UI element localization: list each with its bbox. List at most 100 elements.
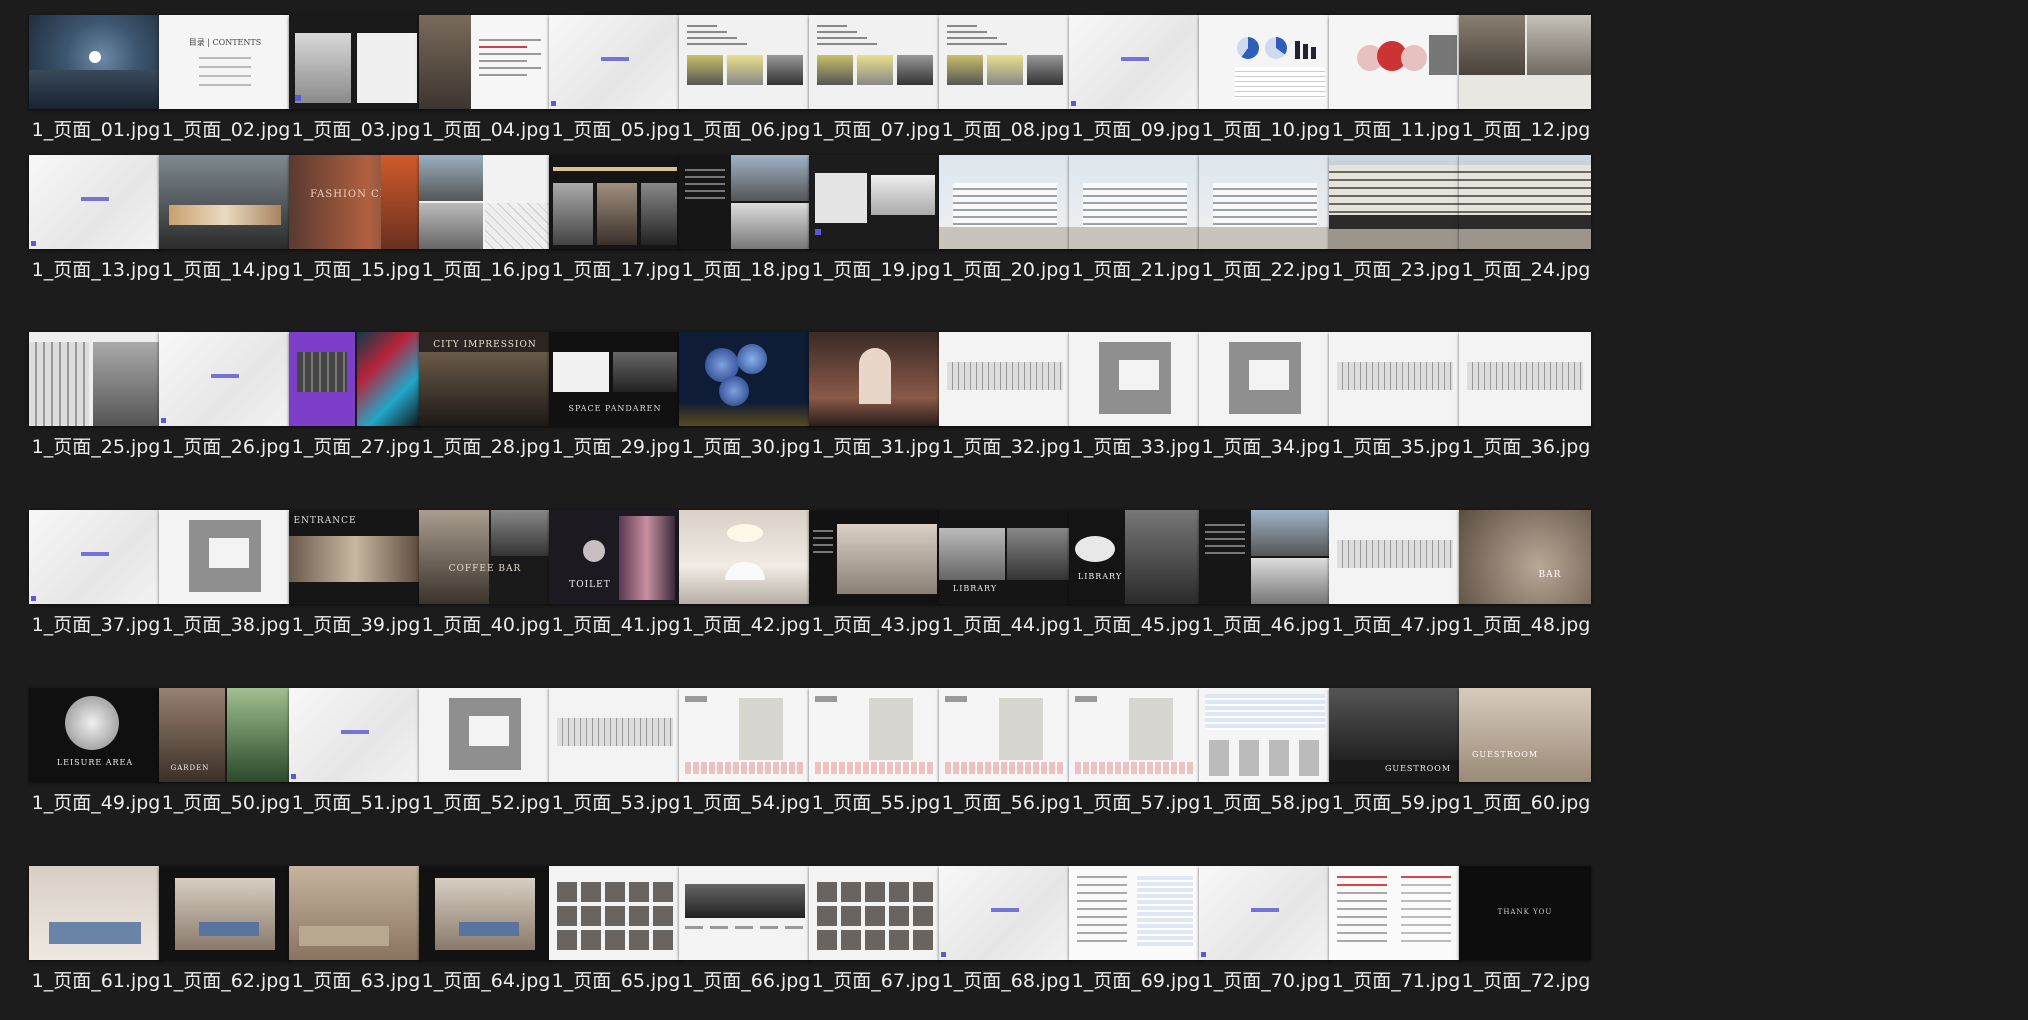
image-thumbnail[interactable] (809, 155, 941, 249)
image-thumbnail[interactable] (679, 155, 811, 249)
image-thumbnail[interactable] (1329, 15, 1461, 109)
image-thumbnail[interactable] (29, 155, 161, 249)
image-thumbnail[interactable] (809, 866, 941, 960)
image-thumbnail[interactable] (289, 332, 421, 426)
image-thumbnail[interactable]: ENTRANCE (289, 510, 421, 604)
image-thumbnail[interactable] (1199, 155, 1331, 249)
image-thumbnail[interactable] (159, 155, 291, 249)
image-thumbnail[interactable] (549, 866, 681, 960)
image-thumbnail[interactable] (29, 15, 161, 109)
image-thumbnail[interactable]: BAR (1459, 510, 1591, 604)
text-line (479, 53, 541, 55)
image-thumbnail[interactable] (419, 155, 551, 249)
image-thumbnail[interactable] (679, 15, 811, 109)
room-plan (1209, 740, 1229, 776)
image-thumbnail[interactable] (1459, 15, 1591, 109)
image-thumbnail[interactable] (809, 15, 941, 109)
image-thumbnail[interactable] (1199, 866, 1331, 960)
plan-void (209, 538, 249, 568)
image-thumbnail[interactable] (1459, 155, 1591, 249)
image-thumbnail[interactable]: 目录 | CONTENTS (159, 15, 291, 109)
text-line (687, 25, 717, 27)
image-thumbnail[interactable] (159, 332, 291, 426)
thumbnail-caption: COFFEE BAR (448, 564, 522, 574)
image-thumbnail[interactable] (679, 688, 811, 782)
image-thumbnail[interactable]: GUESTROOM (1329, 688, 1461, 782)
file-name-label[interactable]: 1_页面_60.jpg (1446, 788, 1606, 815)
image-thumbnail[interactable] (679, 866, 811, 960)
image-thumbnail[interactable] (679, 332, 811, 426)
file-item[interactable]: 1_页面_36.jpg (1446, 332, 1606, 482)
text-line (947, 31, 987, 33)
image-thumbnail[interactable] (549, 688, 681, 782)
file-name-label[interactable]: 1_页面_48.jpg (1446, 610, 1606, 637)
section-title (81, 197, 109, 201)
image-thumbnail[interactable] (289, 15, 421, 109)
shopfront (1329, 215, 1461, 229)
image-thumbnail[interactable] (1199, 15, 1331, 109)
unit-title (945, 696, 967, 702)
label (710, 926, 728, 929)
image-thumbnail[interactable] (419, 688, 551, 782)
image-thumbnail[interactable] (29, 866, 161, 960)
image-thumbnail[interactable] (29, 332, 161, 426)
image-thumbnail[interactable]: GARDEN (159, 688, 291, 782)
image-thumbnail[interactable] (679, 510, 811, 604)
file-name-label[interactable]: 1_页面_24.jpg (1446, 255, 1606, 282)
image-thumbnail[interactable] (159, 510, 291, 604)
image-thumbnail[interactable]: LIBRARY (939, 510, 1071, 604)
toc-line (199, 84, 251, 86)
image-thumbnail[interactable] (809, 332, 941, 426)
image-thumbnail[interactable] (1199, 332, 1331, 426)
photo (175, 878, 275, 950)
image-thumbnail[interactable] (419, 866, 551, 960)
image-thumbnail[interactable]: FASHION CITY (289, 155, 421, 249)
image-thumbnail[interactable] (1069, 866, 1201, 960)
image-thumbnail[interactable] (1329, 866, 1461, 960)
image-thumbnail[interactable] (289, 866, 421, 960)
image-thumbnail[interactable] (1329, 155, 1461, 249)
image-thumbnail[interactable]: LIBRARY (1069, 510, 1201, 604)
image-thumbnail[interactable] (939, 15, 1071, 109)
image-thumbnail[interactable] (1329, 510, 1461, 604)
image-thumbnail[interactable] (1199, 688, 1331, 782)
image-thumbnail[interactable] (1459, 332, 1591, 426)
image-thumbnail[interactable] (939, 688, 1071, 782)
image-thumbnail[interactable] (549, 155, 681, 249)
image-thumbnail[interactable]: THANK YOU (1459, 866, 1591, 960)
image-thumbnail[interactable] (549, 15, 681, 109)
image-thumbnail[interactable] (939, 866, 1071, 960)
file-item[interactable]: 1_页面_12.jpg (1446, 15, 1606, 165)
image-thumbnail[interactable] (1069, 332, 1201, 426)
image-thumbnail[interactable]: COFFEE BAR (419, 510, 551, 604)
image-thumbnail[interactable] (1199, 510, 1331, 604)
file-item[interactable]: BAR 1_页面_48.jpg (1446, 510, 1606, 660)
image-thumbnail[interactable] (809, 688, 941, 782)
accent-mark (295, 95, 301, 101)
image-thumbnail[interactable]: CITY IMPRESSION (419, 332, 551, 426)
file-name-label[interactable]: 1_页面_12.jpg (1446, 115, 1606, 142)
image-thumbnail[interactable] (29, 510, 161, 604)
file-name-label[interactable]: 1_页面_72.jpg (1446, 966, 1606, 993)
image-thumbnail[interactable] (1329, 332, 1461, 426)
image-thumbnail[interactable] (939, 332, 1071, 426)
image-thumbnail[interactable] (1069, 15, 1201, 109)
image-thumbnail[interactable] (419, 15, 551, 109)
text-line (687, 43, 747, 45)
image-thumbnail[interactable] (809, 510, 941, 604)
file-item[interactable]: 1_页面_24.jpg (1446, 155, 1606, 305)
image-thumbnail[interactable]: LEISURE AREA (29, 688, 161, 782)
toc-line (199, 75, 251, 77)
image-thumbnail[interactable] (1069, 688, 1201, 782)
file-item[interactable]: THANK YOU 1_页面_72.jpg (1446, 866, 1606, 1016)
image-thumbnail[interactable] (939, 155, 1071, 249)
image-thumbnail[interactable]: TOILET (549, 510, 681, 604)
file-item[interactable]: GUESTROOM 1_页面_60.jpg (1446, 688, 1606, 838)
photo-cell (817, 930, 837, 950)
image-thumbnail[interactable] (289, 688, 421, 782)
file-name-label[interactable]: 1_页面_36.jpg (1446, 432, 1606, 459)
image-thumbnail[interactable] (159, 866, 291, 960)
image-thumbnail[interactable]: SPACE PANDAREN (549, 332, 681, 426)
image-thumbnail[interactable]: GUESTROOM (1459, 688, 1591, 782)
image-thumbnail[interactable] (1069, 155, 1201, 249)
